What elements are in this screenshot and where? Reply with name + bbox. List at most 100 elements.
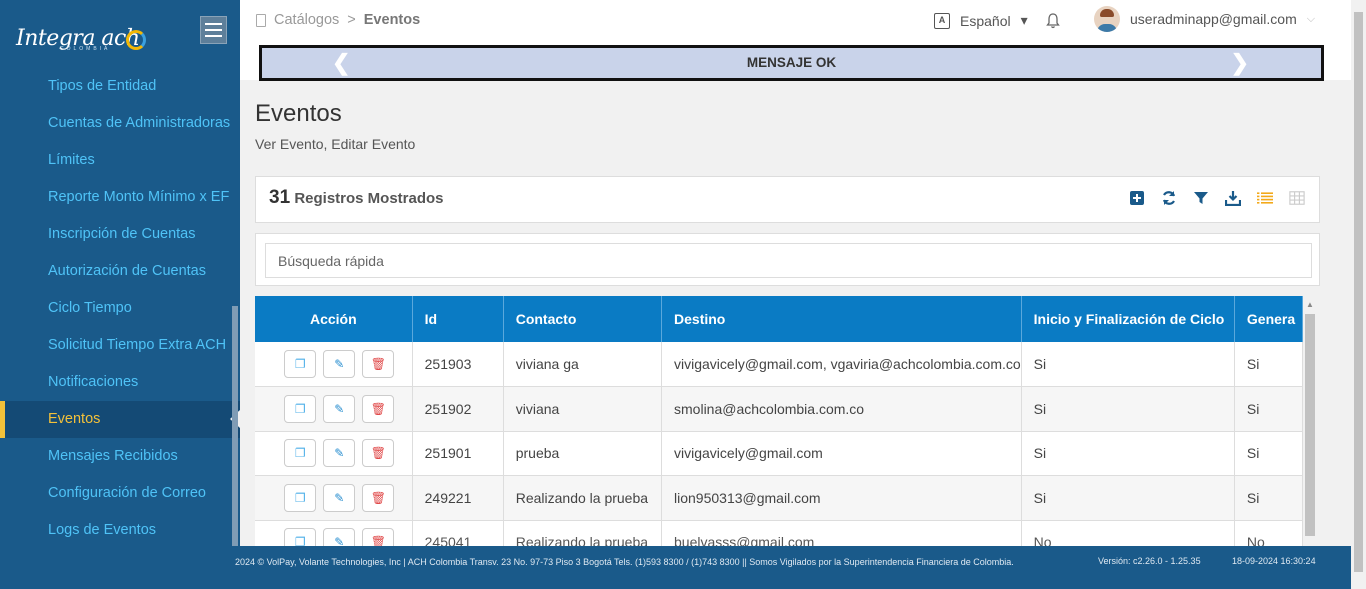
cell-ciclo: Si — [1021, 431, 1235, 476]
banner-text: MENSAJE OK — [746, 55, 837, 70]
cell-destino: smolina@achcolombia.com.co — [661, 386, 1022, 432]
cell-destino: vivigavicely@gmail.com — [661, 431, 1022, 476]
cell-contacto: Realizando la prueba — [503, 520, 663, 546]
copy-icon[interactable]: ❐ — [284, 528, 317, 546]
cell-ciclo: Si — [1021, 475, 1235, 521]
topbar: Catálogos > Eventos A Español ▾ useradmi… — [240, 0, 1351, 81]
breadcrumb-parent[interactable]: Catálogos — [274, 12, 339, 28]
sidebar-item-inscripcion-cuentas[interactable]: Inscripción de Cuentas — [0, 216, 240, 253]
page-scrollbar-thumb[interactable] — [1354, 12, 1363, 572]
user-menu[interactable]: useradminapp@gmail.com ⌵ — [1094, 6, 1315, 32]
column-header-destino[interactable]: Destino — [661, 296, 1022, 342]
add-icon[interactable] — [1129, 190, 1145, 206]
cell-ciclo: No — [1021, 520, 1235, 546]
cell-id: 251901 — [412, 431, 504, 476]
column-header-genera[interactable]: Genera — [1234, 296, 1303, 342]
table-toolbar — [1129, 190, 1305, 206]
column-header-contacto[interactable]: Contacto — [503, 296, 663, 342]
scroll-up-icon[interactable]: ▲ — [1306, 300, 1314, 309]
avatar — [1094, 6, 1120, 32]
copy-icon[interactable]: ❐ — [284, 350, 317, 378]
sidebar-item-cuentas-administradoras[interactable]: Cuentas de Administradoras — [0, 105, 240, 142]
sidebar-item-limites[interactable]: Límites — [0, 142, 240, 179]
grid-view-icon[interactable] — [1289, 190, 1305, 206]
row-actions: ❐ ✎ 🗑 — [255, 520, 413, 546]
copy-icon[interactable]: ❐ — [284, 439, 317, 468]
sidebar-item-logs-eventos[interactable]: Logs de Eventos — [0, 512, 240, 549]
cell-destino: vivigavicely@gmail.com, vgaviria@achcolo… — [661, 342, 1022, 387]
cell-contacto: viviana — [503, 386, 663, 432]
table-scrollbar-thumb[interactable] — [1305, 314, 1315, 536]
sidebar-item-solicitud-tiempo-extra[interactable]: Solicitud Tiempo Extra ACH — [0, 327, 240, 364]
column-header-ciclo[interactable]: Inicio y Finalización de Ciclo — [1021, 296, 1235, 342]
copy-icon[interactable]: ❐ — [284, 394, 317, 423]
trash-icon[interactable]: 🗑 — [362, 483, 395, 512]
copy-icon[interactable]: ❐ — [284, 483, 317, 512]
cell-genera: Si — [1234, 431, 1303, 476]
records-count-number: 31 — [269, 187, 291, 208]
sidebar-item-eventos[interactable]: Eventos — [0, 401, 240, 438]
cell-genera: Si — [1234, 386, 1303, 432]
cell-contacto: viviana ga — [503, 342, 663, 387]
sidebar-item-reporte-monto-minimo[interactable]: Reporte Monto Mínimo x EF — [0, 179, 240, 216]
row-actions: ❐ ✎ 🗑 — [255, 386, 413, 432]
edit-icon[interactable]: ✎ — [323, 394, 356, 423]
brand-sub: COLOMBIA — [60, 46, 111, 52]
edit-icon[interactable]: ✎ — [323, 350, 356, 378]
sidebar-scrollbar[interactable] — [232, 306, 238, 546]
table-row: ❐ ✎ 🗑 251902 viviana smolina@achcolombia.c… — [255, 386, 1303, 432]
table-row: ❐ ✎ 🗑 249221 Realizando la prueba lion9503… — [255, 475, 1303, 521]
edit-icon[interactable]: ✎ — [323, 439, 356, 468]
sidebar-item-mensajes-recibidos[interactable]: Mensajes Recibidos — [0, 438, 240, 475]
cell-genera: Si — [1234, 475, 1303, 521]
table-scrollbar[interactable]: ▲ — [1303, 296, 1317, 536]
download-icon[interactable] — [1225, 190, 1241, 206]
sidebar-item-tipos-entidad[interactable]: Tipos de Entidad — [0, 68, 240, 105]
edit-icon[interactable]: ✎ — [323, 483, 356, 512]
chevron-down-icon: ▾ — [1020, 12, 1028, 28]
page-scrollbar[interactable] — [1351, 0, 1366, 589]
cell-id: 249221 — [412, 475, 504, 521]
trash-icon[interactable]: 🗑 — [362, 439, 395, 468]
message-banner: ❮ MENSAJE OK ❯ — [259, 45, 1324, 81]
sidebar-item-ciclo-tiempo[interactable]: Ciclo Tiempo — [0, 290, 240, 327]
cell-id: 245041 — [412, 520, 504, 546]
user-email: useradminapp@gmail.com — [1130, 11, 1297, 27]
records-panel: 31 Registros Mostrados — [255, 176, 1320, 223]
table-header-row: Acción Id Contacto Destino Inicio y Fina… — [255, 296, 1303, 342]
refresh-icon[interactable] — [1161, 190, 1177, 206]
row-actions: ❐ ✎ 🗑 — [255, 431, 413, 476]
footer-text: 2024 © VolPay, Volante Technologies, Inc… — [235, 557, 1014, 567]
quick-search-input[interactable] — [265, 243, 1312, 278]
breadcrumb-current: Eventos — [363, 12, 421, 28]
sidebar-item-configuracion-correo[interactable]: Configuración de Correo — [0, 475, 240, 512]
trash-icon[interactable]: 🗑 — [362, 528, 395, 546]
row-actions: ❐ ✎ 🗑 — [255, 475, 413, 521]
edit-icon[interactable]: ✎ — [323, 528, 356, 546]
cell-id: 251902 — [412, 386, 504, 432]
cell-genera: No — [1234, 520, 1303, 546]
cell-destino: lion950313@gmail.com — [661, 475, 1022, 521]
bell-icon[interactable] — [1046, 13, 1060, 29]
chevron-right-icon[interactable]: ❯ — [1231, 50, 1249, 76]
list-view-icon[interactable] — [1257, 190, 1273, 206]
sidebar-item-notificaciones[interactable]: Notificaciones — [0, 364, 240, 401]
cell-ciclo: Si — [1021, 342, 1235, 387]
sidebar: Integra ach COLOMBIA Tipos de Entidad Cu… — [0, 0, 240, 589]
cell-ciclo: Si — [1021, 386, 1235, 432]
chevron-left-icon[interactable]: ❮ — [332, 50, 350, 76]
filter-icon[interactable] — [1193, 190, 1209, 206]
language-selector[interactable]: A Español ▾ — [934, 12, 1028, 29]
trash-icon[interactable]: 🗑 — [362, 394, 395, 423]
cell-id: 251903 — [412, 342, 504, 387]
sidebar-item-autorizacion-cuentas[interactable]: Autorización de Cuentas — [0, 253, 240, 290]
trash-icon[interactable]: 🗑 — [362, 350, 395, 378]
records-count-label: Registros Mostrados — [294, 190, 444, 207]
events-table: Acción Id Contacto Destino Inicio y Fina… — [255, 296, 1303, 546]
column-header-id[interactable]: Id — [412, 296, 504, 342]
search-panel — [255, 233, 1320, 286]
language-label: Español — [960, 12, 1011, 29]
table-row: ❐ ✎ 🗑 251901 prueba vivigavicely@gmail.com… — [255, 431, 1303, 476]
column-header-accion[interactable]: Acción — [255, 296, 413, 342]
menu-toggle-button[interactable] — [200, 16, 227, 44]
